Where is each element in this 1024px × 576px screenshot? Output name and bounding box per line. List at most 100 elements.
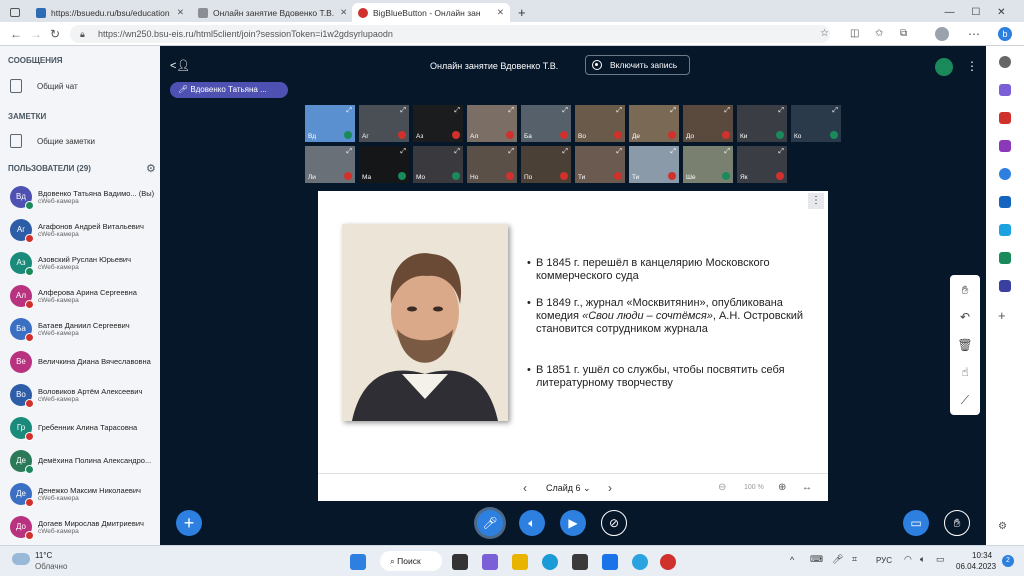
back-icon[interactable]: ← — [10, 27, 22, 41]
minimize-icon[interactable]: — — [944, 7, 954, 18]
video-tile[interactable]: ⤢ По — [520, 145, 572, 184]
tab-bigbluebutton[interactable]: BigBlueButton - Онлайн зан ✕ — [352, 3, 510, 22]
add-panel-icon[interactable]: + — [998, 308, 1006, 323]
tray-app2-icon[interactable]: ⌗ — [852, 554, 857, 565]
raise-hand-button[interactable]: ✋︎ — [944, 510, 970, 536]
language-indicator[interactable]: РУС — [876, 556, 892, 565]
connection-status-icon[interactable] — [935, 58, 953, 76]
video-tile[interactable]: ⤢ Ти — [628, 145, 680, 184]
zoom-in-icon[interactable]: ⊕ — [778, 482, 786, 493]
tray-overflow-icon[interactable]: ^ — [790, 555, 794, 565]
gear-icon[interactable]: ⚙ — [146, 162, 156, 175]
user-list-item[interactable]: Во Воловиков Артём Алексеевич сWeб-камера — [0, 378, 160, 411]
user-list-item[interactable]: Вд Вдовенко Татьяна Вадимо... (Вы) сWeб-ка… — [0, 180, 160, 213]
wifi-icon[interactable]: ◠ — [904, 554, 912, 565]
reload-icon[interactable]: ↻ — [50, 27, 60, 41]
next-slide-icon[interactable]: › — [608, 481, 612, 495]
mic-button[interactable]: 🎤︎ — [477, 510, 503, 536]
teams-icon[interactable] — [999, 280, 1011, 292]
video-tile[interactable]: ⤢ Вд — [304, 104, 356, 143]
tools-icon[interactable] — [999, 112, 1011, 124]
star-icon[interactable]: ☆ — [820, 27, 829, 41]
video-tile[interactable]: ⤢ Ко — [790, 104, 842, 143]
fullscreen-icon[interactable]: ⤢ — [400, 148, 406, 156]
user-list-item[interactable]: Де Денежко Максим Николаевич сWeб-камера — [0, 477, 160, 510]
fullscreen-icon[interactable]: ⤢ — [670, 148, 676, 156]
task-view-icon[interactable] — [452, 554, 468, 570]
screen-share-button[interactable]: ⊘ — [601, 510, 627, 536]
user-list-item[interactable]: Ал Алферова Арина Сергеевна сWeб-камера — [0, 279, 160, 312]
fullscreen-icon[interactable]: ⤢ — [508, 107, 514, 115]
battery-icon[interactable]: ▭ — [936, 554, 945, 565]
edge-icon[interactable] — [542, 554, 558, 570]
fullscreen-icon[interactable]: ⤢ — [346, 107, 352, 115]
user-list-item[interactable]: Аз Азовский Руслан Юрьевич сWeб-камера — [0, 246, 160, 279]
delete-icon[interactable]: 🗑︎ — [955, 335, 975, 355]
user-list-item[interactable]: До Догаев Мирослав Дмитриевич сWeб-камера — [0, 510, 160, 543]
split-screen-icon[interactable]: ◫ — [850, 27, 859, 41]
notification-badge[interactable]: 2 — [1002, 555, 1014, 567]
slide-selector[interactable]: Слайд 6 ⌄ — [546, 483, 591, 494]
camera-button[interactable]: ▶ — [560, 510, 586, 536]
tab-bsuedu[interactable]: https://bsuedu.ru/bsu/education ✕ — [30, 3, 190, 22]
fullscreen-icon[interactable]: ⤢ — [616, 148, 622, 156]
prev-slide-icon[interactable]: ‹ — [523, 481, 527, 495]
tab-online-lesson[interactable]: Онлайн занятие Вдовенко Т.В. ✕ — [192, 3, 350, 22]
user-list-item[interactable]: Де Демёхина Полина Александро... — [0, 444, 160, 477]
new-tab-button[interactable]: + — [512, 3, 532, 22]
clock-time[interactable]: 10:34 — [972, 551, 992, 560]
presentation-options-icon[interactable]: ⋮ — [808, 193, 824, 209]
fullscreen-icon[interactable]: ⤢ — [562, 107, 568, 115]
close-icon[interactable]: ✕ — [171, 7, 184, 18]
shared-notes-item[interactable]: Общие заметки — [0, 127, 160, 155]
url-field[interactable]: 🔒︎ https://wn250.bsu-eis.ru/html5client/j… — [70, 25, 830, 43]
close-icon[interactable]: ✕ — [491, 7, 504, 18]
telegram-icon[interactable] — [632, 554, 648, 570]
video-tile[interactable]: ⤢ Но — [466, 145, 518, 184]
video-tile[interactable]: ⤢ Ти — [574, 145, 626, 184]
video-tile[interactable]: ⤢ Ал — [466, 104, 518, 143]
opera-icon[interactable] — [660, 554, 676, 570]
fullscreen-icon[interactable]: ⤢ — [346, 148, 352, 156]
weather-temp[interactable]: 11°C — [35, 551, 52, 560]
tab-actions-icon[interactable] — [4, 3, 28, 22]
chart-icon[interactable]: ⟋ — [955, 390, 975, 410]
close-icon[interactable]: ✕ — [334, 7, 347, 18]
options-menu-icon[interactable]: ⋮ — [966, 59, 978, 73]
fullscreen-icon[interactable]: ⤢ — [778, 148, 784, 156]
collections-icon[interactable]: ⧉ — [900, 27, 907, 41]
tag-icon[interactable] — [999, 84, 1011, 96]
actions-plus-button[interactable]: + — [176, 510, 202, 536]
video-tile[interactable]: ⤢ Мо — [412, 145, 464, 184]
user-list-item[interactable]: Ба Батаев Даниил Сергеевич сWeб-камера — [0, 312, 160, 345]
word-icon[interactable] — [602, 554, 618, 570]
user-list-item[interactable]: Аг Агафонов Андрей Витальевич сWeб-камера — [0, 213, 160, 246]
fullscreen-icon[interactable]: ⤢ — [724, 148, 730, 156]
audio-button[interactable]: 🔈︎ — [519, 510, 545, 536]
fit-width-icon[interactable]: ↔ — [802, 482, 812, 493]
games-icon[interactable] — [999, 140, 1011, 152]
more-menu-icon[interactable]: ⋯ — [968, 27, 980, 41]
fullscreen-icon[interactable]: ⤢ — [616, 107, 622, 115]
user-list-item[interactable]: Гр Гребенник Алина Тарасовна — [0, 411, 160, 444]
video-tile[interactable]: ⤢ Аг — [358, 104, 410, 143]
record-button[interactable]: Включить запись — [585, 55, 690, 75]
panel-settings-icon[interactable]: ⚙ — [998, 521, 1007, 532]
user-list-item[interactable]: Ве Величкина Диана Вячеславовна — [0, 345, 160, 378]
video-tile[interactable]: ⤢ Ма — [358, 145, 410, 184]
app-icon[interactable] — [572, 554, 588, 570]
video-tile[interactable]: ⤢ Де — [628, 104, 680, 143]
drop-icon[interactable] — [999, 224, 1011, 236]
hand-tool-icon[interactable]: ✋︎ — [955, 280, 975, 300]
office-icon[interactable] — [999, 168, 1011, 180]
video-tile[interactable]: ⤢ Ли — [304, 145, 356, 184]
fullscreen-icon[interactable]: ⤢ — [562, 148, 568, 156]
fullscreen-icon[interactable]: ⤢ — [832, 107, 838, 115]
bing-icon[interactable]: b — [998, 27, 1012, 41]
forward-icon[interactable]: → — [30, 27, 42, 41]
video-tile[interactable]: ⤢ Ба — [520, 104, 572, 143]
undo-icon[interactable]: ↶ — [955, 307, 975, 327]
favorites-icon[interactable]: ✩ — [875, 27, 883, 41]
video-tile[interactable]: ⤢ До — [682, 104, 734, 143]
profile-avatar-icon[interactable] — [935, 27, 949, 41]
